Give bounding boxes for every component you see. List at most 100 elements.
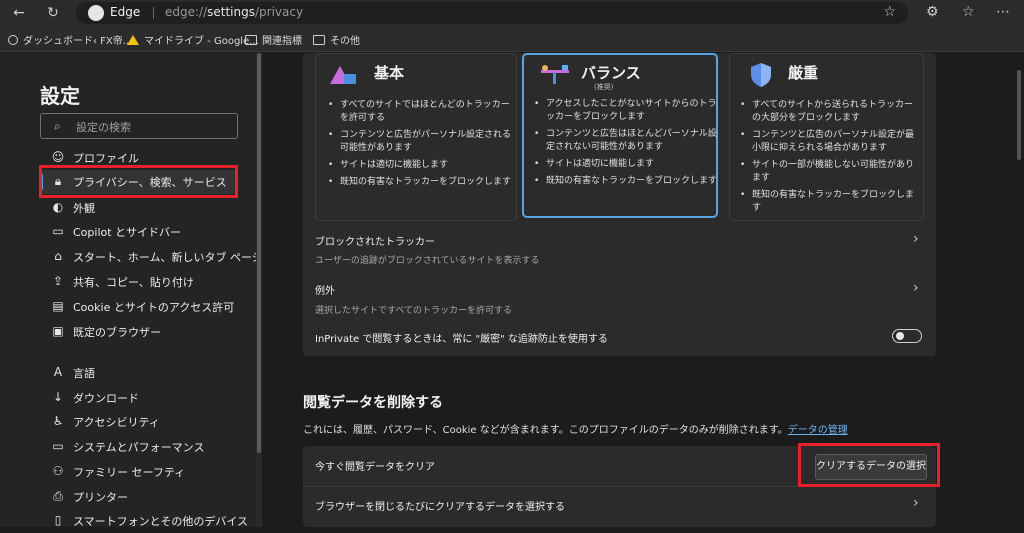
balanced-recommended: (推奨) [594, 83, 614, 91]
balanced-bullet: コンテンツと広告はほとんどパーソナル設定されない可能性があります [534, 128, 718, 154]
profile-icon: ☺ [51, 150, 65, 164]
bookmark-dashboard[interactable]: ダッシュボード‹ FX帝... [8, 32, 132, 47]
sidebar-item-accessibility[interactable]: ♿︎ アクセシビリティ [40, 410, 238, 434]
tracking-option-balanced[interactable]: バランス (推奨) アクセスしたことがないサイトからのトラッカーをブロックします… [522, 53, 718, 218]
exceptions-row[interactable]: 例外 選択したサイトですべてのトラッカーを許可する › [303, 274, 936, 318]
refresh-icon[interactable]: ↻ [44, 4, 62, 22]
clear-on-close-label: ブラウザーを閉じるたびにクリアするデータを選択する [315, 502, 565, 513]
more-menu-icon[interactable]: ⋯ [996, 4, 1010, 20]
chevron-right-icon: › [913, 495, 919, 511]
balanced-bullet: サイトは適切に機能します [534, 158, 718, 171]
bookmarks-bar: ダッシュボード‹ FX帝... マイドライブ - Google... 関連指標 … [0, 27, 1024, 52]
inprivate-strict-label: InPrivate で閲覧するときは、常に "厳密" な追跡防止を使用する [315, 334, 608, 345]
bookmark-folder-indicators[interactable]: 関連指標 [245, 32, 302, 47]
printer-icon: ⎙ [53, 489, 63, 503]
blocked-trackers-title: ブロックされたトラッカー [315, 237, 435, 248]
favorite-star-icon[interactable]: ☆ [883, 4, 896, 20]
cookie-icon: ▤ [52, 299, 64, 313]
browser-toolbar: ← ↻ Edge edge://settings/privacy ☆ ⚙ ☆ ⋯ [0, 0, 1024, 27]
balanced-title: バランス [581, 64, 641, 82]
sidebar-item-start-home[interactable]: ⌂ スタート、ホーム、新しいタブ ページ [40, 245, 263, 269]
manage-data-link[interactable]: データの管理 [788, 425, 848, 436]
extensions-icon[interactable]: ⚙ [926, 4, 939, 20]
accessibility-icon: ♿︎ [52, 414, 64, 428]
sidebar-item-share[interactable]: ⇪ 共有、コピー、貼り付け [40, 270, 238, 294]
tracking-option-strict[interactable]: 厳重 すべてのサイトから送られるトラッカーの大部分をブロックします コンテンツと… [729, 53, 924, 221]
sidebar-item-appearance[interactable]: ◐ 外観 [40, 196, 238, 220]
basic-bullet: すべてのサイトではほとんどのトラッカーを許可する [328, 99, 514, 125]
highlight-box-privacy [39, 165, 238, 198]
exceptions-desc: 選択したサイトですべてのトラッカーを許可する [315, 306, 513, 316]
favorites-icon[interactable]: ☆ [962, 4, 975, 20]
browser-icon: ▣ [52, 324, 64, 338]
strict-bullet: サイトの一部が機能しない可能性があります [740, 159, 920, 185]
sidebar-item-languages[interactable]: A 言語 [40, 361, 238, 385]
sidebar-item-downloads[interactable]: ↓ ダウンロード [40, 386, 238, 410]
exceptions-title: 例外 [315, 286, 335, 297]
strict-title: 厳重 [788, 64, 819, 82]
basic-bullet: サイトは適切に機能します [328, 159, 514, 172]
sidebar-item-printers[interactable]: ⎙ プリンター [40, 485, 238, 509]
edge-logo-icon [88, 5, 104, 21]
strict-bullet: コンテンツと広告のパーソナル設定が最小限に抑えられる場合があります [740, 129, 920, 155]
system-icon: ▭ [52, 439, 64, 453]
download-icon: ↓ [52, 390, 64, 404]
balanced-bullet: 既知の有害なトラッカーをブロックします [534, 175, 718, 188]
globe-icon [8, 35, 18, 45]
sidebar-item-system[interactable]: ▭ システムとパフォーマンス [40, 435, 238, 459]
sidebar-item-phone[interactable]: ▯ スマートフォンとその他のデバイス [40, 509, 248, 533]
browser-brand: Edge [110, 5, 141, 19]
strict-bullet: すべてのサイトから送られるトラッカーの大部分をブロックします [740, 99, 920, 125]
clear-on-close-row[interactable]: ブラウザーを閉じるたびにクリアするデータを選択する › [303, 486, 936, 527]
settings-main: 基本 すべてのサイトではほとんどのトラッカーを許可する コンテンツと広告がパーソ… [262, 53, 1024, 527]
folder-icon [245, 35, 257, 45]
share-icon: ⇪ [52, 274, 64, 288]
back-icon[interactable]: ← [10, 4, 28, 22]
highlight-box-clear-button [798, 443, 940, 487]
search-icon: ⌕ [54, 119, 61, 133]
settings-search-input[interactable]: ⌕ 設定の検索 [40, 113, 238, 139]
drive-icon [127, 35, 139, 45]
blocked-trackers-row[interactable]: ブロックされたトラッカー ユーザーの追跡がブロックされているサイトを表示する › [303, 225, 936, 269]
address-separator [153, 7, 154, 19]
basic-bullets: すべてのサイトではほとんどのトラッカーを許可する コンテンツと広告がパーソナル設… [328, 99, 514, 193]
sidebar-item-family[interactable]: ⚇ ファミリー セーフティ [40, 460, 238, 484]
chevron-right-icon: › [913, 280, 919, 296]
phone-icon: ▯ [54, 513, 62, 527]
chevron-right-icon: › [913, 231, 919, 247]
balanced-bullet: アクセスしたことがないサイトからのトラッカーをブロックします [534, 98, 718, 124]
clear-data-title: 閲覧データを削除する [303, 395, 443, 411]
folder-icon [313, 35, 325, 45]
balance-scale-icon [538, 64, 572, 86]
basic-title: 基本 [374, 64, 405, 82]
sidebar-item-copilot[interactable]: ▭ Copilot とサイドバー [40, 220, 238, 244]
tracking-option-basic[interactable]: 基本 すべてのサイトではほとんどのトラッカーを許可する コンテンツと広告がパーソ… [315, 53, 517, 221]
appearance-icon: ◐ [52, 200, 64, 214]
clear-now-label: 今すぐ閲覧データをクリア [315, 462, 435, 473]
shield-icon [750, 62, 772, 88]
sidebar-scrollbar-thumb[interactable] [257, 53, 261, 453]
main-scrollbar-thumb[interactable] [1017, 70, 1021, 160]
clear-data-desc: これには、履歴、パスワード、Cookie などが含まれます。このプロファイルのデ… [303, 425, 848, 436]
toggle-knob [896, 332, 904, 340]
address-bar[interactable]: Edge edge://settings/privacy ☆ [76, 2, 908, 24]
strict-bullets: すべてのサイトから送られるトラッカーの大部分をブロックします コンテンツと広告の… [740, 99, 920, 219]
sidebar-item-cookies[interactable]: ▤ Cookie とサイトのアクセス許可 [40, 295, 238, 319]
home-icon: ⌂ [54, 249, 62, 263]
blocked-trackers-desc: ユーザーの追跡がブロックされているサイトを表示する [315, 256, 540, 266]
inprivate-strict-toggle[interactable] [892, 329, 922, 343]
basic-bullet: コンテンツと広告がパーソナル設定される可能性があります [328, 129, 514, 155]
url-text[interactable]: edge://settings/privacy [165, 5, 303, 19]
family-icon: ⚇ [52, 464, 64, 478]
strict-bullet: 既知の有害なトラッカーをブロックします [740, 189, 920, 215]
sidebar-item-default-browser[interactable]: ▣ 既定のブラウザー [40, 320, 238, 344]
basic-bullet: 既知の有害なトラッカーをブロックします [328, 176, 514, 189]
basic-shapes-icon [330, 64, 360, 86]
bookmark-drive[interactable]: マイドライブ - Google... [127, 32, 259, 47]
balanced-bullets: アクセスしたことがないサイトからのトラッカーをブロックします コンテンツと広告は… [534, 98, 718, 192]
settings-title: 設定 [40, 84, 80, 108]
language-icon: A [53, 365, 63, 379]
tracking-prevention-panel: 基本 すべてのサイトではほとんどのトラッカーを許可する コンテンツと広告がパーソ… [303, 53, 936, 356]
settings-sidebar: 設定 ⌕ 設定の検索 ☺ プロファイル 🔒︎ プライバシー、検索、サービス ◐ 外観 … [0, 53, 263, 528]
bookmark-folder-other[interactable]: その他 [313, 32, 360, 47]
